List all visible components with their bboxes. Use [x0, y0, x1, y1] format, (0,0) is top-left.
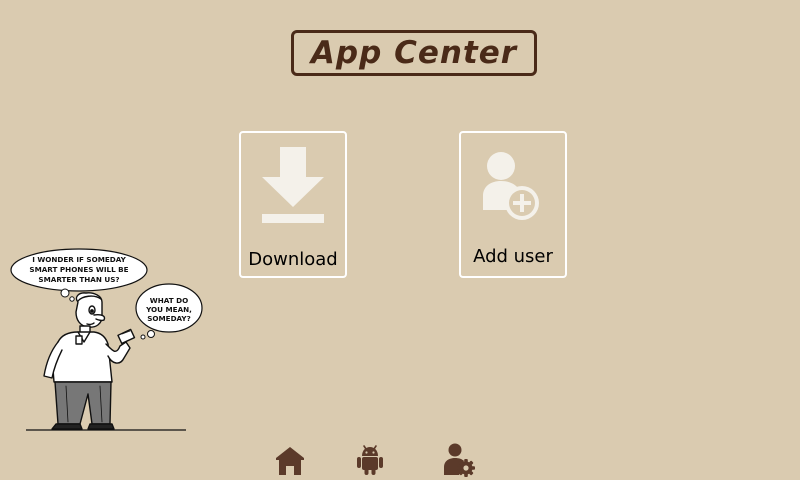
svg-text:SMART PHONES WILL BE: SMART PHONES WILL BE	[29, 265, 128, 274]
svg-text:I WONDER IF SOMEDAY: I WONDER IF SOMEDAY	[32, 255, 126, 264]
android-icon	[357, 445, 383, 475]
download-label: Download	[248, 249, 338, 270]
svg-text:YOU MEAN,: YOU MEAN,	[145, 305, 192, 314]
add-user-icon	[483, 152, 539, 220]
bubble-1-line-3: SMARTER THAN US?	[38, 275, 119, 284]
add-user-tile-button[interactable]: Add user	[459, 131, 567, 278]
home-nav-button[interactable]	[272, 442, 308, 478]
cartoon-illustration: I WONDER IF SOMEDAY SMART PHONES WILL BE…	[10, 248, 203, 431]
bubble-2-line-2: YOU MEAN,	[145, 305, 192, 314]
svg-text:SOMEDAY?: SOMEDAY?	[147, 314, 191, 323]
bubble-2-line-1: WHAT DO	[150, 296, 188, 305]
android-nav-button[interactable]	[352, 442, 388, 478]
title-box: App Center	[291, 30, 537, 76]
svg-text:WHAT DO: WHAT DO	[150, 296, 188, 305]
svg-text:SMARTER THAN US?: SMARTER THAN US?	[38, 275, 119, 284]
user-settings-nav-button[interactable]	[441, 442, 477, 478]
cartoon-man	[43, 292, 136, 430]
bubble-1-line-2: SMART PHONES WILL BE	[29, 265, 128, 274]
download-icon	[262, 147, 324, 223]
home-icon	[276, 447, 304, 475]
user-settings-icon	[444, 443, 475, 477]
bubble-2-line-3: SOMEDAY?	[147, 314, 191, 323]
page-title: App Center	[310, 35, 518, 71]
bubble-1-line-1: I WONDER IF SOMEDAY	[32, 255, 126, 264]
bottom-nav	[0, 440, 800, 480]
download-tile-button[interactable]: Download	[239, 131, 347, 278]
app-center-screen: App Center Download Add user I WONDER IF…	[0, 0, 800, 480]
add-user-label: Add user	[473, 246, 553, 267]
